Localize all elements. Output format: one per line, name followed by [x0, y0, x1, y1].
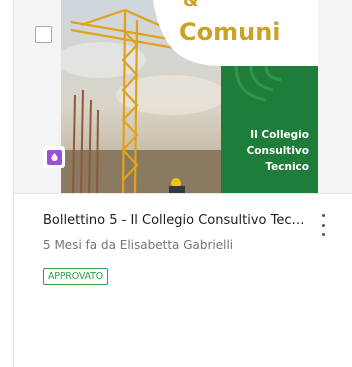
thumbnail-panel-line-2: Consultivo [247, 145, 309, 157]
document-card[interactable]: & Comuni Il Collegio Consultivo Tecnico [13, 0, 352, 367]
document-title[interactable]: Bollettino 5 - Il Collegio Consultivo Te… [43, 212, 305, 230]
status-badge: APPROVATO [43, 268, 109, 285]
thumbnail-image: & Comuni Il Collegio Consultivo Tecnico [61, 0, 318, 193]
kebab-menu-icon[interactable] [316, 214, 330, 236]
card-divider [14, 193, 352, 194]
thumbnail-banner-text: Comuni [179, 18, 281, 46]
select-checkbox[interactable] [35, 26, 52, 43]
thumbnail-panel-line-1: Il Collegio [250, 129, 309, 141]
document-meta: 5 Mesi fa da Elisabetta Gabrielli [43, 238, 234, 252]
svg-text:&: & [183, 0, 199, 11]
document-thumbnail[interactable]: & Comuni Il Collegio Consultivo Tecnico [14, 0, 352, 193]
document-icon [46, 149, 62, 165]
thumbnail-panel-line-3: Tecnico [265, 161, 309, 173]
file-type-badge [43, 146, 65, 168]
